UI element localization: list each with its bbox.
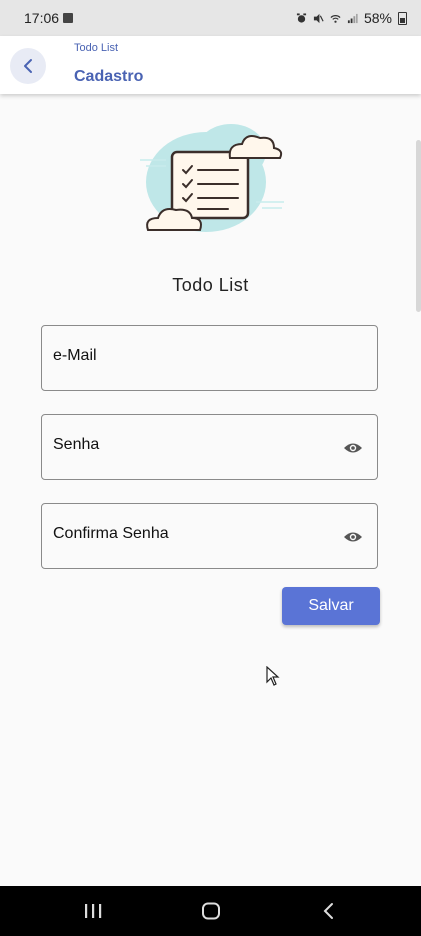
system-nav-bar [0,886,421,936]
battery-percent: 58% [363,10,392,26]
form-heading: Todo List [172,275,249,295]
back-arrow-icon [24,59,32,73]
back-button[interactable] [10,48,46,84]
home-icon [202,902,220,920]
wifi-icon [330,14,341,23]
recents-icon [85,904,102,918]
notification-icon [63,13,74,23]
confirm-password-field[interactable]: Confirma Senha [41,503,378,569]
signal-icon [347,13,358,23]
back-icon [323,903,333,919]
email-field-label: e-Mail [53,347,97,364]
checklist-illustration [140,124,284,232]
password-field-label: Senha [53,436,100,453]
breadcrumb: Todo List [74,42,119,54]
confirm-password-field-label: Confirma Senha [53,525,169,542]
mouse-cursor-icon [266,666,280,686]
eye-icon[interactable] [343,529,363,545]
recents-button[interactable] [58,886,128,936]
status-bar: 17:06 58% [0,0,421,36]
app-bar: Todo List Cadastro [0,36,421,94]
nav-back-button[interactable] [294,886,364,936]
email-field[interactable]: e-Mail [41,325,378,391]
save-button[interactable]: Salvar [282,587,380,625]
page-title: Cadastro [74,68,144,85]
eye-icon[interactable] [343,440,363,456]
mute-icon [313,13,324,23]
status-time: 17:06 [24,10,60,26]
home-button[interactable] [176,886,246,936]
password-field[interactable]: Senha [41,414,378,480]
status-icons: 58% [296,0,407,36]
battery-icon [398,11,407,25]
alarm-icon [296,12,307,23]
